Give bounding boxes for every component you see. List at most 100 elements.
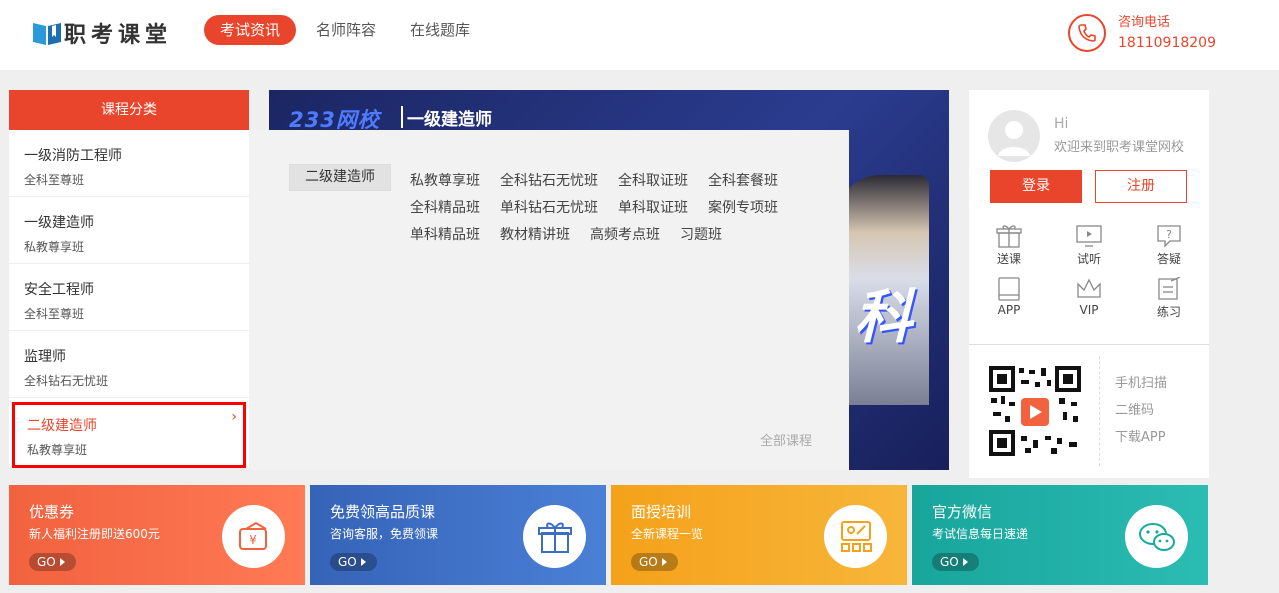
category-title: 一级建造师	[24, 215, 94, 231]
submenu-link[interactable]: 全科钻石无忧班	[500, 168, 598, 195]
wechat-icon	[1125, 505, 1188, 568]
user-panel: Hi 欢迎来到职考课堂网校 登录 注册 送课 试听 ? 答疑 APP VIP 练…	[969, 90, 1209, 478]
shortcut-label: VIP	[1079, 303, 1099, 317]
shortcut-grid: 送课 试听 ? 答疑 APP VIP 练习	[969, 224, 1209, 320]
shortcut-label: 送课	[996, 252, 1021, 266]
banner-big-text: 科	[854, 283, 913, 351]
play-arrow-icon	[360, 558, 366, 566]
qr-divider	[1099, 356, 1100, 466]
category-sub: 全科至尊班	[24, 173, 85, 187]
card-sub: 全新课程一览	[631, 527, 704, 541]
play-arrow-icon	[661, 558, 667, 566]
submenu-category-label: 二级建造师	[289, 164, 391, 191]
qr-line: 手机扫描	[1115, 376, 1168, 391]
category-title: 一级消防工程师	[24, 148, 122, 164]
submenu-link[interactable]: 全科精品班	[410, 195, 480, 222]
chevron-right-icon: ›	[231, 409, 237, 425]
shortcut-app[interactable]: APP	[969, 277, 1049, 320]
submenu-link[interactable]: 单科取证班	[618, 195, 688, 222]
register-button[interactable]: 注册	[1095, 170, 1187, 203]
category-title: 安全工程师	[24, 282, 94, 298]
divider	[969, 344, 1209, 345]
nav-question-bank[interactable]: 在线题库	[410, 15, 470, 45]
category-item[interactable]: 安全工程师 全科至尊班	[9, 264, 249, 331]
card-title: 官方微信	[932, 503, 993, 521]
submenu-link[interactable]: 案例专项班	[708, 195, 778, 222]
submenu-link[interactable]: 全科取证班	[618, 168, 688, 195]
shortcut-label: APP	[997, 303, 1021, 317]
gift-icon	[996, 225, 1022, 248]
shortcut-qa[interactable]: ? 答疑	[1129, 224, 1209, 267]
go-button[interactable]: GO	[932, 553, 979, 571]
phone-number: 18110918209	[1118, 35, 1216, 51]
card-title: 免费领高品质课	[330, 503, 436, 521]
card-free-course[interactable]: 免费领高品质课 咨询客服，免费领课 GO	[310, 485, 606, 585]
go-button[interactable]: GO	[330, 553, 377, 571]
category-sub: 私教尊享班	[27, 443, 88, 457]
main-nav: 考试资讯 名师阵容 在线题库	[204, 15, 504, 45]
category-title: 监理师	[24, 349, 66, 365]
category-header: 课程分类	[9, 90, 249, 130]
qr-line: 二维码	[1115, 403, 1155, 418]
shortcut-trial[interactable]: 试听	[1049, 224, 1129, 267]
gift-box-icon	[523, 505, 586, 568]
phone-icon	[1068, 14, 1106, 52]
welcome-text: 欢迎来到职考课堂网校	[1054, 140, 1185, 155]
category-sub: 全科至尊班	[24, 307, 85, 321]
shortcut-label: 练习	[1156, 305, 1181, 319]
card-title: 面授培训	[631, 503, 692, 521]
phone-label: 咨询电话	[1118, 15, 1171, 30]
nav-exam-news[interactable]: 考试资讯	[204, 15, 297, 45]
card-sub: 咨询客服，免费领课	[330, 527, 439, 541]
submenu-link[interactable]: 私教尊享班	[410, 168, 480, 195]
exercise-icon	[1158, 277, 1181, 300]
submenu-links: 私教尊享班 全科钻石无忧班 全科取证班 全科套餐班 全科精品班 单科钻石无忧班 …	[410, 168, 810, 249]
logo-text: 职考课堂	[64, 23, 173, 48]
category-item[interactable]: 一级建造师 私教尊享班	[9, 197, 249, 264]
go-button[interactable]: GO	[631, 553, 678, 571]
shortcut-vip[interactable]: VIP	[1049, 277, 1129, 320]
qr-caption: 手机扫描 二维码 下载APP	[1115, 370, 1167, 451]
site-header: 职考课堂 考试资讯 名师阵容 在线题库 咨询电话 18110918209	[0, 0, 1279, 70]
submenu-link[interactable]: 习题班	[680, 222, 722, 249]
submenu-link[interactable]: 教材精讲班	[500, 222, 570, 249]
avatar	[988, 110, 1040, 162]
shortcut-send-course[interactable]: 送课	[969, 224, 1049, 267]
coupon-icon: ¥	[222, 505, 285, 568]
shortcut-label: 试听	[1076, 252, 1101, 266]
card-wechat[interactable]: 官方微信 考试信息每日速递 GO	[912, 485, 1208, 585]
category-sub: 全科钻石无忧班	[24, 374, 109, 388]
qr-line: 下载APP	[1115, 430, 1166, 445]
card-training[interactable]: 面授培训 全新课程一览 GO	[611, 485, 907, 585]
category-submenu: 二级建造师 私教尊享班 全科钻石无忧班 全科取证班 全科套餐班 全科精品班 单科…	[249, 130, 849, 470]
category-item-selected[interactable]: 二级建造师 私教尊享班 ›	[12, 402, 246, 468]
tablet-icon	[998, 277, 1020, 301]
submenu-link[interactable]: 高频考点班	[590, 222, 660, 249]
submenu-link[interactable]: 全科套餐班	[708, 168, 778, 195]
login-button[interactable]: 登录	[990, 170, 1082, 203]
shortcut-exercise[interactable]: 练习	[1129, 277, 1209, 320]
contact-phone: 咨询电话 18110918209	[1068, 12, 1216, 54]
card-coupon[interactable]: 优惠券 新人福利注册即送600元 GO ¥	[9, 485, 305, 585]
card-sub: 新人福利注册即送600元	[29, 527, 160, 541]
submenu-link[interactable]: 单科钻石无忧班	[500, 195, 598, 222]
question-icon: ?	[1157, 225, 1181, 248]
course-category-panel: 课程分类 一级消防工程师 全科至尊班 一级建造师 私教尊享班 安全工程师 全科至…	[9, 90, 249, 468]
greeting-hi: Hi	[1054, 116, 1069, 132]
category-item[interactable]: 一级消防工程师 全科至尊班	[9, 130, 249, 197]
banner-title: 一级建造师	[407, 110, 492, 130]
submenu-link[interactable]: 单科精品班	[410, 222, 480, 249]
nav-teachers[interactable]: 名师阵容	[316, 15, 376, 45]
qr-code-image	[981, 358, 1089, 464]
all-courses-link[interactable]: 全部课程	[760, 430, 812, 449]
go-button[interactable]: GO	[29, 553, 76, 571]
category-title: 二级建造师	[27, 418, 97, 434]
banner-divider	[401, 106, 403, 128]
training-icon	[824, 505, 887, 568]
card-title: 优惠券	[29, 503, 75, 521]
svg-text:¥: ¥	[249, 533, 257, 547]
play-arrow-icon	[962, 558, 968, 566]
book-logo-icon	[32, 20, 62, 46]
site-logo[interactable]: 职考课堂	[32, 17, 172, 49]
category-item[interactable]: 监理师 全科钻石无忧班	[9, 331, 249, 398]
